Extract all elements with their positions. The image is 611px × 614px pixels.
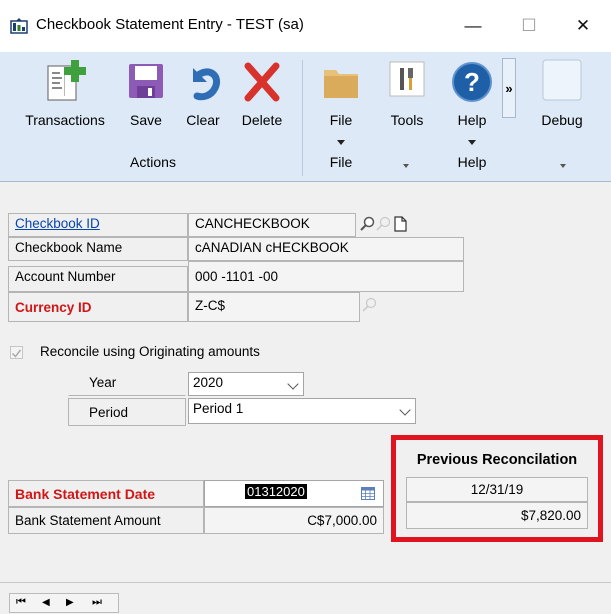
- chevron-down-icon: [399, 404, 411, 416]
- ribbon-overflow-button[interactable]: »: [502, 58, 516, 118]
- svg-text:?: ?: [464, 67, 480, 97]
- help-label: Help: [457, 112, 487, 128]
- maximize-button[interactable]: ☐: [506, 8, 552, 44]
- checkmark-icon: [11, 349, 22, 358]
- debug-label: Debug: [541, 112, 583, 128]
- save-button[interactable]: Save: [124, 58, 168, 138]
- tools-label: Tools: [390, 112, 424, 128]
- year-label: Year: [68, 372, 186, 396]
- period-value: Period 1: [193, 401, 244, 416]
- calendar-icon[interactable]: [361, 487, 375, 500]
- delete-label: Delete: [241, 112, 283, 128]
- title-bar: Checkbook Statement Entry - TEST (sa) — …: [0, 0, 611, 52]
- reconcile-label: Reconcile using Originating amounts: [40, 344, 260, 359]
- year-value: 2020: [193, 375, 224, 390]
- previous-record-icon[interactable]: ◀: [42, 597, 50, 608]
- lookup-magnifier-icon[interactable]: [360, 216, 376, 232]
- tools-group-arrow-icon[interactable]: [403, 164, 409, 168]
- transactions-label: Transactions: [25, 112, 105, 128]
- previous-reconciliation-title: Previous Reconcilation: [416, 452, 578, 468]
- bank-statement-date-label: Bank Statement Date: [8, 480, 204, 507]
- checkbook-id-field[interactable]: CANCHECKBOOK: [188, 213, 356, 237]
- debug-button[interactable]: Debug: [530, 58, 594, 138]
- window-title: Checkbook Statement Entry - TEST (sa): [36, 16, 304, 33]
- period-dropdown[interactable]: Period 1: [188, 398, 416, 424]
- folder-icon: [324, 70, 358, 98]
- bank-statement-date-field[interactable]: 01312020: [204, 480, 384, 507]
- currency-id-field[interactable]: Z-C$: [188, 292, 360, 322]
- save-icon: [129, 64, 163, 98]
- account-number-label: Account Number: [8, 266, 188, 292]
- record-navigation: ⏮ ◀ ▶ ⏭: [9, 593, 119, 613]
- delete-button[interactable]: Delete: [234, 58, 290, 138]
- checkbook-id-link[interactable]: Checkbook ID: [8, 213, 188, 237]
- save-label: Save: [130, 112, 162, 128]
- last-record-icon[interactable]: ⏭: [92, 596, 102, 609]
- tools-button[interactable]: Tools: [380, 58, 434, 138]
- ribbon-group-help: Help: [457, 154, 487, 170]
- help-question-icon: ?: [452, 62, 492, 102]
- lookup-disabled-icon: [376, 216, 391, 231]
- ribbon-separator: [302, 60, 303, 176]
- delete-x-icon: [244, 62, 280, 102]
- bottom-separator: [0, 582, 611, 583]
- tools-icon: [389, 61, 425, 97]
- next-record-icon[interactable]: ▶: [66, 597, 74, 608]
- new-document-icon[interactable]: [392, 216, 408, 232]
- bank-statement-amount-label: Bank Statement Amount: [8, 507, 204, 534]
- transactions-icon: [47, 60, 86, 101]
- previous-reconciliation-date: 12/31/19: [406, 477, 588, 502]
- file-dropdown-arrow-icon: [337, 140, 345, 145]
- undo-icon: [193, 68, 220, 101]
- period-label: Period: [68, 398, 186, 426]
- debug-icon: [542, 59, 582, 101]
- transactions-button[interactable]: Transactions: [14, 58, 116, 138]
- close-button[interactable]: ✕: [560, 8, 606, 44]
- currency-id-label: Currency ID: [8, 292, 188, 322]
- ribbon-group-file: File: [329, 154, 353, 170]
- year-dropdown[interactable]: 2020: [188, 372, 304, 396]
- minimize-button[interactable]: —: [450, 8, 496, 44]
- previous-reconciliation-amount: $7,820.00: [406, 502, 588, 529]
- app-icon: [10, 18, 28, 34]
- help-button[interactable]: ? Help: [444, 58, 500, 150]
- currency-lookup-icon: [362, 297, 377, 312]
- clear-button[interactable]: Clear: [180, 58, 226, 138]
- help-dropdown-arrow-icon: [468, 140, 476, 145]
- checkbook-name-field[interactable]: cANADIAN cHECKBOOK: [188, 237, 464, 261]
- clear-label: Clear: [186, 112, 220, 128]
- chevron-down-icon: [287, 378, 299, 390]
- debug-group-arrow-icon[interactable]: [560, 164, 566, 168]
- checkbook-name-label: Checkbook Name: [8, 237, 188, 261]
- ribbon-group-actions: Actions: [130, 154, 176, 170]
- account-number-field[interactable]: 000 -1101 -00: [188, 261, 464, 292]
- bank-statement-date-value: 01312020: [245, 484, 307, 499]
- file-menu-button[interactable]: File: [314, 58, 368, 150]
- file-label: File: [329, 112, 353, 128]
- reconcile-checkbox[interactable]: [10, 346, 23, 359]
- first-record-icon[interactable]: ⏮: [16, 596, 26, 609]
- bank-statement-amount-field[interactable]: C$7,000.00: [204, 507, 384, 534]
